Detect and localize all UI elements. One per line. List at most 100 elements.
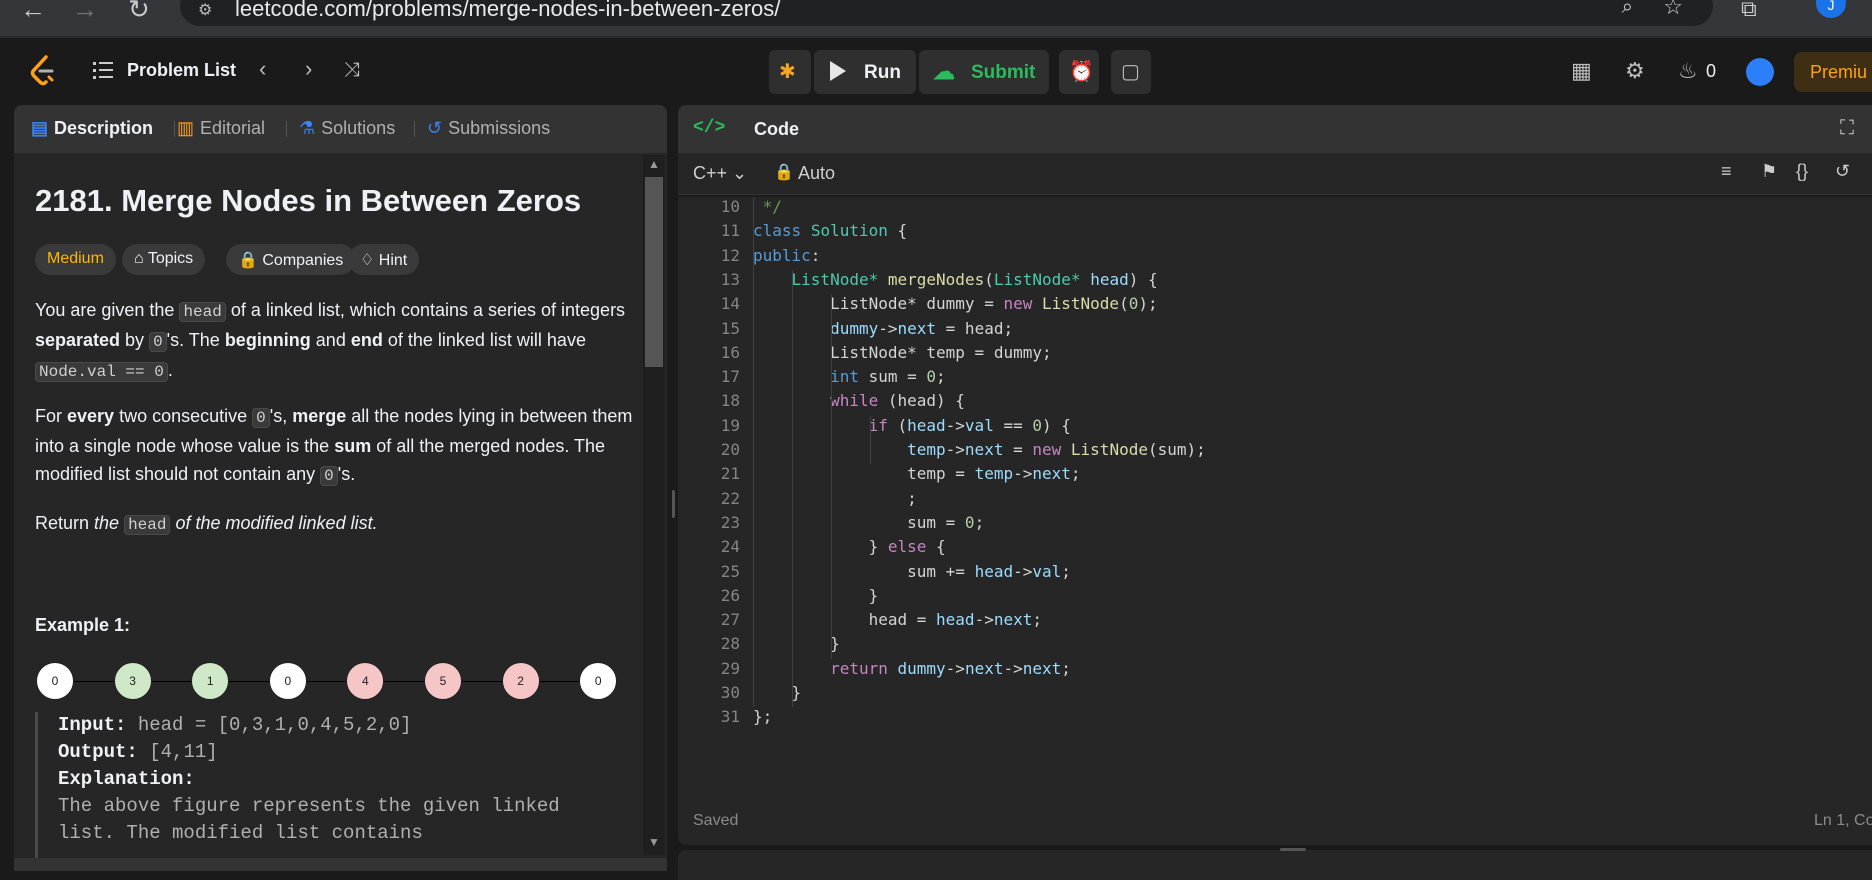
tab-solutions[interactable]: ⚗ Solutions [299,118,395,139]
code-panel-title: Code [754,119,799,139]
code-line: 26 } [678,586,1872,610]
flame-icon[interactable]: ♨ [1678,58,1698,84]
site-info-icon[interactable]: ⚙ [198,0,212,20]
vertical-resize-handle[interactable] [1280,848,1306,851]
reset-icon[interactable]: ↺ [1835,161,1850,182]
description-scrollbar[interactable]: ▲ ▼ [643,155,665,855]
tag-icon: ⌂ [134,250,148,267]
code-text: ListNode* mergeNodes(ListNode* head) { [791,269,1158,289]
editor-status-bar: Saved Ln 1, Col 1 [678,797,1872,845]
example-title: Example 1: [35,615,131,635]
line-number: 21 [720,464,740,484]
hint-chip[interactable]: ♢ Hint [348,244,420,275]
reload-icon[interactable]: ↻ [128,0,150,25]
layout-grid-icon[interactable]: ▦ [1571,58,1592,84]
code-editor[interactable]: 10 */11 class Solution {12 public: 13 ListN… [678,197,1872,797]
extensions-icon[interactable]: ⧉ [1741,0,1757,22]
zoom-icon[interactable]: ⌕ [1622,0,1633,19]
scroll-down-icon[interactable]: ▼ [648,835,660,849]
difficulty-badge[interactable]: Medium [35,244,116,275]
auto-mode-label[interactable]: Auto [798,163,835,184]
companies-chip[interactable]: 🔒 Companies [226,244,356,275]
back-icon[interactable]: ← [20,0,46,25]
next-problem-icon[interactable]: › [305,56,312,82]
code-brackets-icon: </> [693,118,726,138]
problem-list-link[interactable]: Problem List [127,60,236,81]
forward-icon[interactable]: → [72,0,98,25]
topics-label: Topics [147,250,194,267]
cloud-upload-icon: ☁ [933,59,955,84]
code-line: 31}; [678,707,1872,731]
code-line: 24 } else { [678,537,1872,561]
tab-submissions[interactable]: ↺ Submissions [427,118,550,139]
debug-button[interactable]: ✱ [769,50,811,94]
code-line: 10 */ [678,197,1872,221]
example-output: Output: [4,11] [58,739,635,766]
prev-problem-icon[interactable]: ‹ [259,56,266,82]
inline-code: Node.val == 0 [35,362,168,382]
lightbulb-icon: ♢ [360,252,379,269]
code-line: 13 ListNode* mergeNodes(ListNode* head) … [678,270,1872,294]
submit-label: Submit [971,62,1036,83]
run-button[interactable]: Run [814,50,916,94]
description-tabs: ▤ Description ▥ Editorial ⚗ Solutions ↺ Subm… [14,105,667,153]
tab-editorial[interactable]: ▥ Editorial [177,118,265,139]
line-number: 16 [720,342,740,362]
code-line: 16 ListNode* temp = dummy; [678,343,1872,367]
timer-button[interactable]: ⏰ [1059,50,1099,94]
code-text: while (head) { [830,391,965,411]
browser-profile-avatar[interactable]: J [1816,0,1846,18]
description-icon: ▤ [31,118,49,138]
line-number: 28 [720,634,740,654]
topics-chip[interactable]: ⌂ Topics [122,244,206,275]
code-panel: </> Code ⛶ C++ ⌄ 🔒 Auto ≡ ⚑ {} ↺ 10 */11… [678,105,1872,845]
code-panel-header: </> Code ⛶ [678,105,1872,153]
scrollbar-thumb[interactable] [645,177,663,367]
left-bottom-bar [14,858,667,871]
code-text: if (head->val == 0) { [868,415,1071,435]
code-text: } [753,683,802,702]
bookmark-icon[interactable]: ⚑ [1761,161,1777,182]
node-link-arrow [462,681,502,682]
tab-description[interactable]: ▤ Description [31,118,153,139]
lock-icon: 🔒 [238,252,263,269]
list-node: 0 [268,662,307,700]
line-number: 11 [720,221,740,241]
line-number: 23 [720,512,740,532]
debug-icon: ✱ [779,61,796,83]
tab-editorial-label: Editorial [200,118,266,138]
leetcode-logo-icon[interactable] [28,55,58,87]
premium-button[interactable]: Premiu [1794,52,1872,92]
line-number: 15 [720,318,740,338]
line-number: 14 [720,294,740,314]
description-paragraph-1: You are given the head of a linked list,… [35,296,635,386]
cursor-position: Ln 1, Col 1 [1814,812,1872,829]
explanation-text: The above figure represents the given li… [58,795,560,817]
notes-button[interactable]: ▢ [1111,50,1151,94]
testcase-panel [678,850,1872,880]
scroll-up-icon[interactable]: ▲ [648,157,660,171]
braces-icon[interactable]: {} [1796,161,1808,182]
line-number: 18 [720,391,740,411]
fullscreen-icon[interactable]: ⛶ [1840,117,1854,140]
example-explanation: Explanation: [58,766,635,793]
code-text: } else { [753,537,946,557]
user-avatar[interactable] [1746,58,1774,86]
tab-divider [286,121,287,137]
shuffle-icon[interactable]: ⤨ [344,59,360,82]
text: 's. The [166,330,225,350]
linked-list-diagram: 03104520 [35,662,635,706]
bold-text: beginning [224,330,311,350]
list-node: 0 [36,662,74,700]
settings-gear-icon[interactable]: ⚙ [1625,58,1645,84]
address-bar[interactable]: ⚙ leetcode.com/problems/merge-nodes-in-b… [180,0,1713,26]
tab-description-label: Description [54,118,154,138]
node-link-arrow [306,681,347,682]
problem-list-icon[interactable] [93,61,113,79]
bookmark-star-icon[interactable]: ☆ [1663,0,1683,20]
panel-resize-handle[interactable] [672,490,675,518]
format-icon[interactable]: ≡ [1721,161,1732,182]
submit-button[interactable]: ☁ Submit [919,50,1049,94]
problem-title: 2181. Merge Nodes in Between Zeros [35,183,582,218]
language-select[interactable]: C++ ⌄ [693,163,747,184]
